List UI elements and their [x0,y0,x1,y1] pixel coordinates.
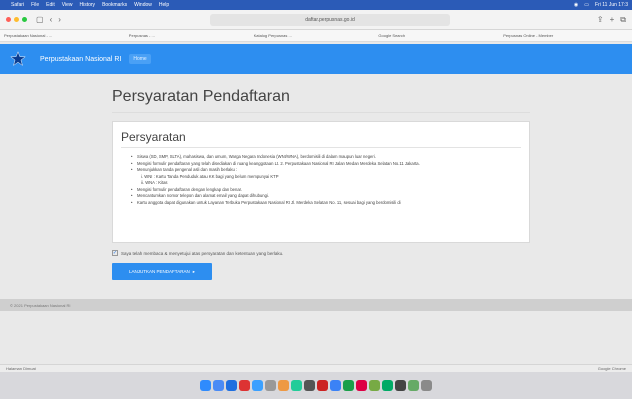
status-bar: Halaman Dimuat Google Chrome [0,364,632,372]
footer-text: © 2021 Perpustakaan Nasional RI [10,302,71,308]
close-window-button[interactable] [6,17,11,22]
arrow-right-icon: ▸ [192,268,195,274]
finder-icon[interactable] [200,380,211,391]
subitem-text: WNI : Kartu Tanda Penduduk atau KK bagi … [144,173,279,179]
menu-safari[interactable]: Safari [11,2,24,8]
powerpoint-icon[interactable] [356,380,367,391]
site-navbar: Perpustakaan Nasional RI Home [0,44,632,74]
wifi-icon[interactable]: ◉ [574,2,578,8]
word-icon[interactable] [330,380,341,391]
continue-button[interactable]: LANJUTKAN PENDAFTARAN ▸ [112,263,212,280]
trash-icon[interactable] [421,380,432,391]
back-icon[interactable]: ‹ [50,15,53,24]
star-logo-icon[interactable] [10,51,26,67]
bookmark-item[interactable]: Perpusnas - ... [129,33,254,38]
address-bar[interactable]: daftar.perpusnas.go.id [210,14,450,26]
mac-dock [0,372,632,399]
mail-icon[interactable] [239,380,250,391]
agree-row[interactable]: ✓ Saya telah membaca & menyetujui atas p… [112,250,283,256]
system-preferences-icon[interactable] [265,380,276,391]
terminal-icon[interactable] [304,380,315,391]
photos-icon[interactable] [278,380,289,391]
menu-file[interactable]: File [31,2,39,8]
spotify-icon[interactable] [382,380,393,391]
excel-icon[interactable] [343,380,354,391]
agree-label: Saya telah membaca & menyetujui atas per… [121,250,284,256]
divider [112,112,530,113]
calendar-icon[interactable] [317,380,328,391]
menu-window[interactable]: Window [134,2,152,8]
chrome-icon[interactable] [395,380,406,391]
page-title: Persyaratan Pendaftaran [112,88,290,105]
launchpad-icon[interactable] [213,380,224,391]
minimize-window-button[interactable] [14,17,19,22]
share-icon[interactable]: ⇪ [597,15,604,24]
status-left: Halaman Dimuat [6,366,36,371]
menu-help[interactable]: Help [159,2,169,8]
menu-bookmarks[interactable]: Bookmarks [102,2,127,8]
status-right: Google Chrome [597,366,626,371]
agree-checkbox[interactable]: ✓ [112,250,118,256]
notes-icon[interactable] [369,380,380,391]
browser-toolbar: ▢ ‹ › daftar.perpusnas.go.id ⇪ + ⧉ [0,10,632,30]
tabs-icon[interactable]: ⧉ [620,15,626,25]
panel-title: Persyaratan [121,130,186,144]
bookmark-item[interactable]: Perpustakaan Nasional - ... [4,33,129,38]
panel-divider [121,147,521,148]
mac-menubar: Safari File Edit View History Bookmarks … [0,0,632,10]
list-item: Menunjukkan tanda pengenal asli dan masi… [131,167,516,174]
new-tab-icon[interactable]: + [610,15,615,24]
bookmark-item[interactable]: Perpusnas Online - Member [503,33,628,38]
url-text: daftar.perpusnas.go.id [305,17,355,23]
menu-history[interactable]: History [80,2,96,8]
app-store-icon[interactable] [252,380,263,391]
clock-text[interactable]: Fri 11 Jun 17:3 [595,2,628,8]
bookmark-item[interactable]: Katalog Perpusnas ... [254,33,379,38]
bookmarks-bar: Perpustakaan Nasional - ... Perpusnas - … [0,30,632,42]
menu-edit[interactable]: Edit [46,2,55,8]
forward-icon[interactable]: › [58,15,61,24]
requirements-list: Siswa (SD, SMP, SLTA), mahasiswa, dan um… [131,154,516,206]
whatsapp-icon[interactable] [408,380,419,391]
safari-icon[interactable] [226,380,237,391]
continue-label: LANJUTKAN PENDAFTARAN [129,269,190,274]
messages-icon[interactable] [291,380,302,391]
subitem-text: WNA : Kitas [145,180,168,185]
sidebar-icon[interactable]: ▢ [36,15,44,24]
nav-home-link[interactable]: Home [129,54,151,64]
menu-view[interactable]: View [62,2,73,8]
zoom-window-button[interactable] [22,17,27,22]
list-item: Kartu anggota dapat digunakan untuk Laya… [131,200,516,207]
site-footer: © 2021 Perpustakaan Nasional RI [0,299,632,311]
battery-icon[interactable]: ▭ [584,2,589,8]
bookmark-item[interactable]: Google Search [378,33,503,38]
site-brand[interactable]: Perpustakaan Nasional RI [40,56,121,63]
requirements-panel[interactable]: Persyaratan Siswa (SD, SMP, SLTA), mahas… [112,121,530,243]
